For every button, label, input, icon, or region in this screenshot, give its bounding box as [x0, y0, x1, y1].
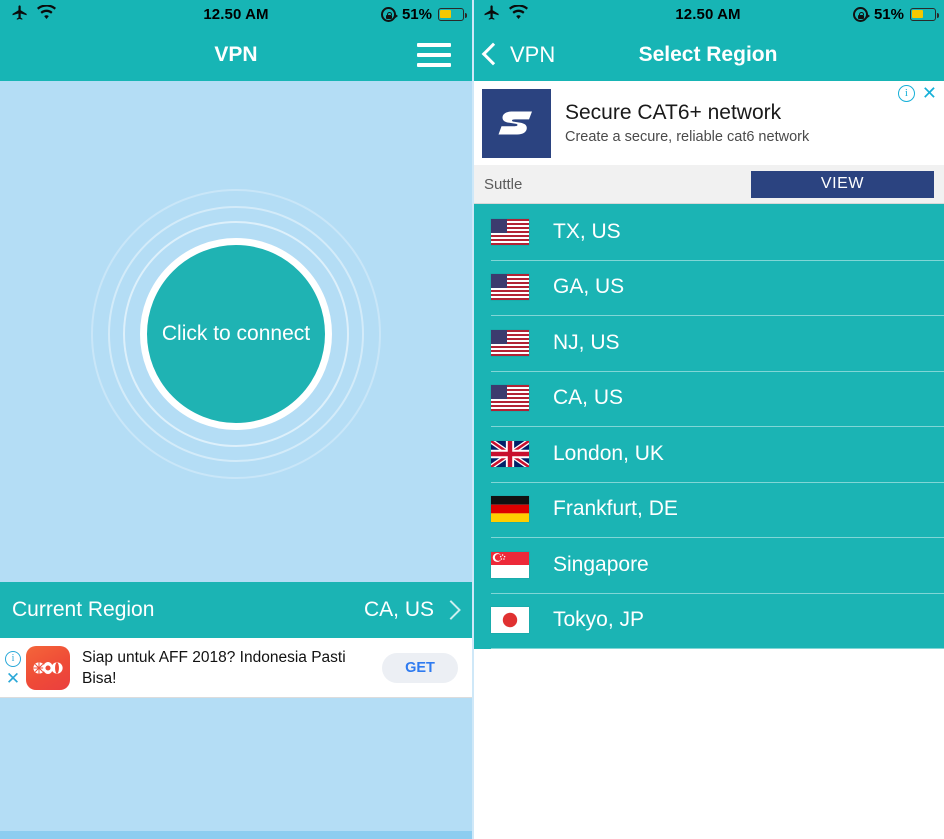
ad-info-icon[interactable]: i [897, 85, 915, 102]
vpn-nav-bar: VPN [0, 28, 472, 81]
region-name: NJ, US [553, 330, 620, 354]
ad-text: Siap untuk AFF 2018? Indonesia Pasti Bis… [82, 648, 346, 687]
battery-icon [910, 7, 939, 21]
connect-button-label: Click to connect [161, 322, 311, 345]
ad-copy: Secure CAT6+ network Create a secure, re… [565, 100, 934, 147]
current-region-bar[interactable]: Current Region CA, US [0, 582, 472, 638]
us-flag-icon [491, 385, 529, 412]
status-bar-right: 12.50 AM 51% [472, 0, 944, 28]
region-list-item[interactable]: Singapore [472, 537, 944, 593]
ad-app-icon [26, 645, 70, 690]
suttle-logo-icon [482, 88, 551, 158]
left-screen-bottom-strip [0, 831, 472, 839]
region-list-item[interactable]: Frankfurt, DE [472, 481, 944, 538]
select-region-nav-bar: VPN Select Region [472, 28, 944, 81]
us-flag-icon [491, 218, 529, 245]
region-name: CA, US [553, 386, 624, 410]
region-name: London, UK [553, 441, 664, 465]
ad-close-icon[interactable]: ✕ [6, 670, 20, 687]
sg-flag-icon [491, 551, 529, 578]
left-screen-filler [0, 698, 472, 831]
region-list-item[interactable]: Tokyo, JP [472, 592, 944, 649]
current-region-value: CA, US [363, 598, 434, 621]
ad-info-icon[interactable]: i [5, 650, 21, 667]
rotation-lock-icon [852, 6, 870, 22]
ad-headline: Secure CAT6+ network [565, 100, 782, 124]
ad-cta-button[interactable]: VIEW [751, 170, 934, 198]
vpn-connect-area: Click to connect [0, 81, 472, 582]
jp-flag-icon [491, 607, 529, 634]
battery-percent-label: 51% [401, 5, 432, 23]
right-screen-filler [472, 649, 944, 839]
ad-footer: Suttle VIEW [472, 165, 944, 203]
ad-description: Create a secure, reliable cat6 network [565, 128, 810, 145]
region-list-item[interactable]: NJ, US [472, 315, 944, 371]
region-name: Singapore [553, 552, 649, 576]
page-title: VPN [214, 42, 258, 66]
ad-controls: i ✕ [897, 84, 937, 102]
ad-controls: i ✕ [0, 650, 26, 687]
dual-screenshot-container: 12.50 AM 51% VPN Click to connect Curren… [0, 0, 944, 839]
select-region-screen: 12.50 AM 51% VPN Select Region i ✕ Secur… [472, 0, 944, 839]
de-flag-icon [491, 496, 529, 523]
region-list-item[interactable]: CA, US [472, 370, 944, 427]
ad-cta-button[interactable]: GET [382, 652, 458, 683]
current-region-value-group: CA, US [363, 598, 461, 622]
vpn-home-screen: 12.50 AM 51% VPN Click to connect Curren… [0, 0, 472, 839]
uk-flag-icon [491, 440, 529, 467]
ad-advertiser-name: Suttle [484, 175, 523, 193]
chevron-right-icon [441, 600, 461, 620]
rotation-lock-icon [380, 6, 398, 22]
region-name: Frankfurt, DE [553, 497, 678, 521]
status-bar-right-icons: 51% [380, 5, 467, 23]
connect-button[interactable]: Click to connect [140, 238, 332, 430]
bottom-ad-banner[interactable]: i ✕ Siap untuk AFF 2018? Indonesia Pasti… [0, 638, 472, 698]
region-list-item[interactable]: GA, US [472, 259, 944, 316]
page-title: Select Region [638, 42, 778, 66]
us-flag-icon [491, 274, 529, 301]
connect-rings-decoration: Click to connect [91, 189, 381, 479]
region-list: TX, US GA, US NJ, US CA, US London, UK F… [472, 204, 944, 649]
ad-close-icon[interactable]: ✕ [922, 84, 937, 102]
region-name: GA, US [553, 275, 625, 299]
status-bar-left: 12.50 AM 51% [0, 0, 472, 28]
ad-body: Secure CAT6+ network Create a secure, re… [472, 81, 944, 165]
region-name: Tokyo, JP [553, 608, 645, 632]
hamburger-menu-icon[interactable] [417, 42, 451, 67]
us-flag-icon [491, 329, 529, 356]
battery-icon [438, 7, 467, 21]
google-ad-banner[interactable]: i ✕ Secure CAT6+ network Create a secure… [472, 81, 944, 204]
region-name: TX, US [553, 219, 621, 243]
region-list-item[interactable]: TX, US [472, 204, 944, 260]
current-region-label: Current Region [12, 598, 155, 621]
battery-percent-label: 51% [873, 5, 904, 23]
region-list-item[interactable]: London, UK [472, 426, 944, 482]
status-bar-right-icons: 51% [852, 5, 939, 23]
